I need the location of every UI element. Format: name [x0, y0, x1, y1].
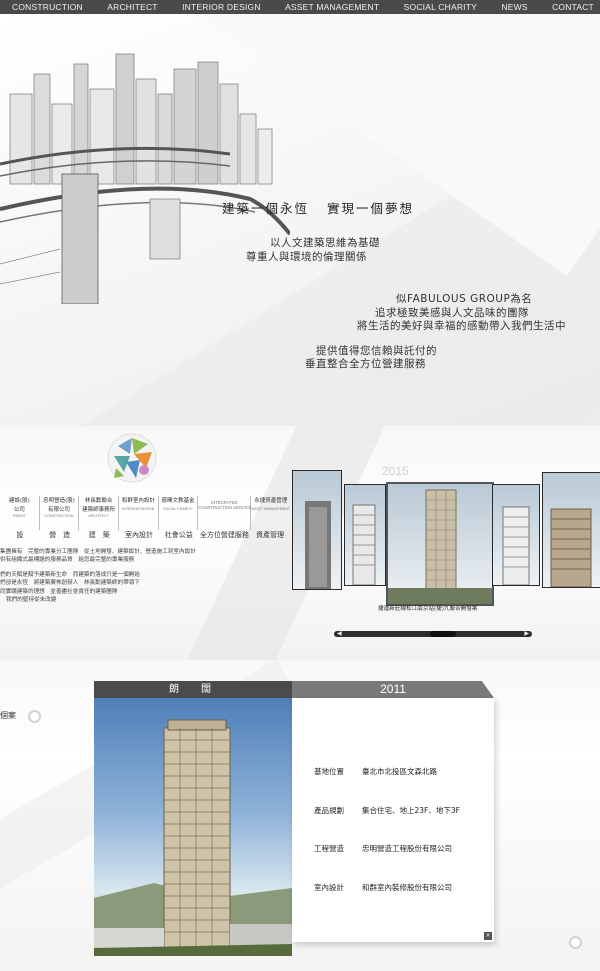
gallery-year: 2015 — [382, 464, 409, 478]
company-en: CONSTRUCTION — [44, 514, 74, 518]
detail-value: 和群室內裝修股份有限公司 — [362, 883, 452, 892]
gallery-slide-active[interactable] — [386, 482, 494, 606]
label-architect: 建 築 — [88, 531, 110, 539]
company-short-labels: 設 營 造 建 築 室內設計 社會公益 全方位營建服務 資產管理 — [0, 530, 290, 540]
company-name: 建設(股) — [8, 498, 30, 504]
nav-social-charity[interactable]: SOCIAL CHARITY — [404, 2, 477, 12]
company-en: SOCIAL CHARITY — [163, 507, 193, 511]
detail-value: 臺北市北投區文森北路 — [362, 767, 437, 776]
scroll-thumb[interactable] — [430, 631, 456, 637]
group-para-line: 集團擁有 完整的專業分工團隊 從土地開發、建築設計、營造施工到室內設計 — [0, 549, 196, 555]
hero-text-line-1: 以人文建築思維為基礎 — [270, 237, 380, 249]
label-interior: 室內設計 — [125, 531, 154, 539]
company-name: 忠明營造(股) — [43, 498, 75, 504]
group-para-line: 我們的堅持從未改變 — [6, 597, 57, 604]
scroll-right-arrow-icon[interactable]: ▶ — [524, 630, 529, 637]
label-construction: 營 造 — [49, 531, 71, 539]
nav-asset-management[interactable]: ASSET MANAGEMENT — [285, 2, 379, 12]
company-name: 永捷資產管理 — [254, 498, 288, 504]
group-companies-row: 建設(股) 公司 PMENT 忠明營造(股) 有限公司 CONSTRUCTION… — [0, 496, 290, 530]
detail-value: 忠明營造工程股份有限公司 — [362, 844, 452, 853]
detail-key: 產品規劃 — [314, 806, 344, 815]
hero-text-line-2: 尊重人與環境的倫理關係 — [246, 251, 367, 263]
close-icon[interactable]: × — [484, 932, 492, 940]
hero-title: 建築一個永恆 實現一個夢想 — [222, 198, 414, 217]
group-description: 集團擁有 完整的專業分工團隊 從土地開發、建築設計、營造施工到室內設計 供有組織… — [0, 548, 196, 604]
ring-decor-icon — [28, 710, 41, 723]
company-development[interactable]: 建設(股) 公司 PMENT — [0, 496, 40, 530]
group-logo — [107, 433, 157, 483]
hero-text-line-5: 將生活的美好與幸福的感動帶入我們生活中 — [357, 320, 566, 332]
company-en-2: CONSTRUCTION SERVICE — [198, 505, 252, 510]
detail-key: 基地位置 — [314, 767, 344, 776]
nav-news[interactable]: NEWS — [501, 2, 527, 12]
company-name-2: 公司 — [13, 507, 25, 513]
hero-section: 建築一個永恆 實現一個夢想 以人文建築思維為基礎 尊重人與環境的倫理關係 似FAB… — [0, 14, 600, 426]
nav-construction[interactable]: CONSTRUCTION — [12, 2, 83, 12]
gallery-slide[interactable] — [344, 484, 386, 586]
company-construction[interactable]: 忠明營造(股) 有限公司 CONSTRUCTION — [40, 496, 80, 530]
company-asset-management[interactable]: 永捷資產管理 ASSET MANAGEMENT — [251, 496, 290, 530]
project-info-card: 基地位置 臺北市北投區文森北路 產品規劃 集合住宅、地上23F、地下3F 工程營造 忠… — [292, 698, 494, 942]
detail-row-product: 產品規劃 集合住宅、地上23F、地下3F — [314, 805, 460, 816]
company-social-charity[interactable]: 慈暉文教基金 SOCIAL CHARITY — [159, 496, 199, 530]
company-name: 林長勳聯合 — [84, 498, 113, 504]
detail-row-construction: 工程營造 忠明營造工程股份有限公司 — [314, 843, 452, 854]
company-name: 慈暉文教基金 — [161, 498, 195, 504]
nav-architect[interactable]: ARCHITECT — [107, 2, 157, 12]
label-asset: 資產管理 — [256, 531, 285, 539]
detail-key: 工程營造 — [314, 844, 344, 853]
group-para-line: 們的天賦是賦予建築新生命 而建築的落成只是一個開始 — [0, 571, 140, 578]
nav-interior-design[interactable]: INTERIOR DESIGN — [182, 2, 261, 12]
company-en: PMENT — [13, 514, 26, 518]
company-name-2: 建築師事務所 — [82, 507, 116, 513]
projects-side-label[interactable]: 個案 — [0, 710, 16, 721]
company-architect[interactable]: 林長勳聯合 建築師事務所 ARCHITECT — [79, 496, 120, 530]
project-photo — [94, 698, 292, 956]
hero-text-line-6: 提供值得您信賴與託付的 — [316, 345, 437, 357]
label-integrated: 全方位營建服務 — [199, 531, 249, 539]
group-para-line: 同實踐建築的理想 並善盡社會責任的建築團隊 — [0, 588, 118, 595]
group-para-line: 供有組織式最標題的服務品質 給您最完整的專業服務 — [0, 557, 135, 564]
detail-key: 室內設計 — [314, 883, 344, 892]
hero-title-part-2: 實現一個夢想 — [327, 201, 415, 216]
hero-text-line-4: 追求極致美感與人文品味的團隊 — [375, 307, 529, 319]
detail-row-location: 基地位置 臺北市北投區文森北路 — [314, 766, 437, 777]
company-en: ASSET MANAGEMENT — [251, 507, 290, 511]
label-charity: 社會公益 — [164, 531, 193, 539]
hero-text-line-3: 似FABULOUS GROUP為名 — [396, 293, 533, 305]
gallery-slide[interactable] — [492, 484, 540, 586]
group-para-line: 們卻是永恆 將建築廣佈創辦人 林長勳建築師的帶領下 — [0, 580, 140, 587]
nav-contact[interactable]: CONTACT — [552, 2, 594, 12]
ring-decor-icon — [569, 936, 582, 949]
gallery-slide[interactable] — [292, 470, 342, 590]
gallery-scrollbar[interactable]: ◀ ▶ — [334, 630, 532, 637]
scroll-left-arrow-icon[interactable]: ◀ — [337, 630, 342, 637]
hero-text-line-7: 垂直整合全方位營建服務 — [305, 358, 426, 370]
group-section: 建設(股) 公司 PMENT 忠明營造(股) 有限公司 CONSTRUCTION… — [0, 426, 600, 660]
hero-title-part-1: 建築一個永恆 — [222, 201, 310, 216]
company-interior-design[interactable]: 和群室內設計 INTERIOR DESIGN — [119, 496, 159, 530]
project-detail-section: 個案 朗 闊 2011 基地位置 臺北市北投區文森北路 產品規劃 集合住宅、地上23… — [0, 660, 600, 971]
detail-value: 集合住宅、地上23F、地下3F — [362, 806, 460, 815]
company-name-2: 有限公司 — [48, 507, 71, 513]
gallery-slide[interactable] — [542, 472, 600, 588]
detail-row-interior: 室內設計 和群室內裝修股份有限公司 — [314, 882, 452, 893]
project-gallery: 2015 捷運新莊線松江南京站(捷)九聯合開發案 ◀ ▶ — [292, 426, 600, 660]
company-en: INTERIOR DESIGN — [122, 507, 155, 511]
company-en: ARCHITECT — [88, 514, 109, 518]
company-integrated-service[interactable]: INTEGRATED CONSTRUCTION SERVICE — [198, 496, 252, 530]
label-development: 設 — [16, 531, 24, 539]
company-name: 和群室內設計 — [121, 498, 155, 504]
gallery-caption: 捷運新莊線松江南京站(捷)九聯合開發案 — [378, 606, 478, 612]
project-name-tab: 朗 闊 — [94, 681, 292, 698]
project-year-tab: 2011 — [292, 681, 494, 698]
top-navigation: CONSTRUCTION ARCHITECT INTERIOR DESIGN A… — [0, 0, 600, 14]
